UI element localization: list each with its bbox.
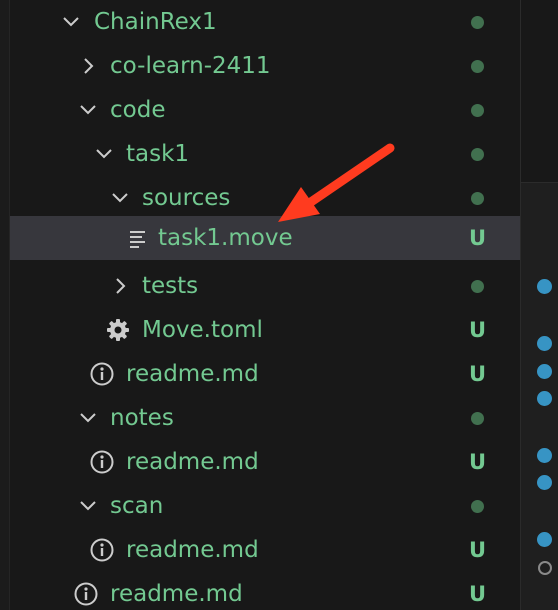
tree-item-label: task1.move (158, 225, 293, 251)
tree-item-label: readme.md (126, 361, 259, 387)
tree-folder-task1[interactable]: task1 (10, 132, 520, 176)
change-marker (537, 364, 552, 379)
chevron-down-icon[interactable] (92, 142, 116, 166)
modified-dot (471, 104, 484, 117)
tree-folder-tests[interactable]: tests (10, 264, 520, 308)
tree-item-label: readme.md (110, 581, 243, 607)
tree-item-label: code (110, 97, 166, 123)
tree-item-label: readme.md (126, 537, 259, 563)
tree-folder-chainrex1[interactable]: ChainRex1 (10, 0, 520, 44)
change-marker (537, 336, 552, 351)
tree-item-label: sources (142, 185, 231, 211)
modified-dot (471, 148, 484, 161)
tree-file-task1-move[interactable]: task1.move U (10, 216, 520, 260)
change-marker (537, 448, 552, 463)
untracked-badge: U (469, 582, 487, 606)
chevron-down-icon[interactable] (108, 186, 132, 210)
editor-tab-area (521, 0, 558, 183)
tree-item-label: notes (110, 405, 174, 431)
file-explorer-tree: ChainRex1 co-learn-2411 code task1 sourc… (10, 0, 520, 610)
modified-dot (471, 412, 484, 425)
gear-icon (105, 317, 131, 343)
activity-bar-edge (0, 0, 10, 610)
tree-folder-code[interactable]: code (10, 88, 520, 132)
modified-dot (471, 500, 484, 513)
untracked-badge: U (469, 538, 487, 562)
screenshot-root: ChainRex1 co-learn-2411 code task1 sourc… (0, 0, 558, 610)
chevron-down-icon[interactable] (76, 406, 100, 430)
tree-file-readme-md[interactable]: readme.md U (10, 352, 520, 396)
chevron-right-icon[interactable] (108, 274, 132, 298)
empty-marker (538, 561, 552, 575)
modified-dot (471, 60, 484, 73)
tree-item-label: readme.md (126, 449, 259, 475)
modified-dot (471, 280, 484, 293)
change-marker (537, 391, 552, 406)
tree-item-label: ChainRex1 (94, 9, 217, 35)
info-icon (89, 361, 115, 387)
tree-item-label: Move.toml (142, 317, 263, 343)
modified-dot (471, 16, 484, 29)
tree-folder-co-learn-2411[interactable]: co-learn-2411 (10, 44, 520, 88)
tree-file-readme-md[interactable]: readme.md U (10, 528, 520, 572)
untracked-badge: U (469, 318, 487, 342)
tree-item-label: co-learn-2411 (110, 53, 271, 79)
modified-dot (471, 192, 484, 205)
text-file-icon (125, 225, 151, 251)
tree-file-readme-md[interactable]: readme.md U (10, 440, 520, 484)
chevron-right-icon[interactable] (76, 54, 100, 78)
chevron-down-icon[interactable] (76, 98, 100, 122)
info-icon (89, 537, 115, 563)
tree-item-label: scan (110, 493, 164, 519)
tree-folder-scan[interactable]: scan (10, 484, 520, 528)
untracked-badge: U (469, 226, 487, 250)
chevron-down-icon[interactable] (59, 10, 83, 34)
untracked-badge: U (469, 450, 487, 474)
tree-item-label: task1 (126, 141, 190, 167)
untracked-badge: U (469, 362, 487, 386)
info-icon (89, 449, 115, 475)
editor-gutter-edge (520, 0, 558, 610)
tree-file-readme-md[interactable]: readme.md U (10, 572, 520, 610)
tree-file-move-toml[interactable]: Move.toml U (10, 308, 520, 352)
change-marker (537, 532, 552, 547)
tree-item-label: tests (142, 273, 199, 299)
change-marker (537, 279, 552, 294)
chevron-down-icon[interactable] (76, 494, 100, 518)
info-icon (73, 581, 99, 607)
tree-folder-sources[interactable]: sources (10, 176, 520, 220)
change-marker (537, 475, 552, 490)
tree-folder-notes[interactable]: notes (10, 396, 520, 440)
